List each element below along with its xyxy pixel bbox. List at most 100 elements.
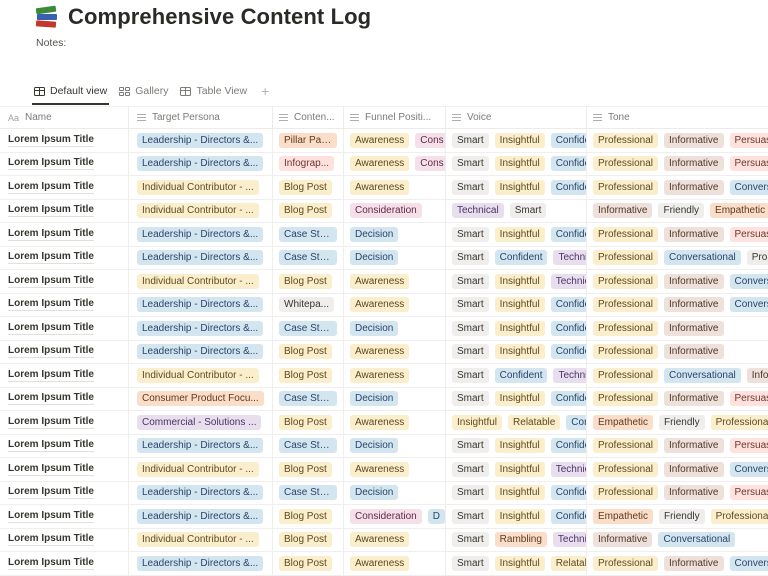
- cell-tone[interactable]: Professional Informative Convers: [587, 552, 768, 575]
- cell-persona[interactable]: Individual Contributor - ...: [129, 270, 273, 293]
- cell-content[interactable]: Blog Post: [273, 458, 344, 481]
- row-title[interactable]: Lorem Ipsum Title: [8, 134, 94, 147]
- cell-name[interactable]: Lorem Ipsum Title: [0, 176, 129, 199]
- cell-name[interactable]: Lorem Ipsum Title: [0, 364, 129, 387]
- cell-name[interactable]: Lorem Ipsum Title: [0, 223, 129, 246]
- cell-voice[interactable]: Smart Insightful Confide: [446, 152, 587, 175]
- row-title[interactable]: Lorem Ipsum Title: [8, 533, 94, 547]
- cell-funnel[interactable]: Decision: [344, 317, 446, 340]
- row-title[interactable]: Lorem Ipsum Title: [8, 275, 94, 288]
- column-header-content[interactable]: Conten...: [273, 107, 344, 128]
- row-title[interactable]: Lorem Ipsum Title: [8, 463, 94, 476]
- cell-content[interactable]: Case Stu...: [273, 387, 344, 410]
- table-row[interactable]: Lorem Ipsum Title Leadership - Directors …: [0, 152, 768, 176]
- cell-voice[interactable]: Smart Insightful Confide: [446, 505, 587, 528]
- cell-funnel[interactable]: Decision: [344, 434, 446, 457]
- add-view-button[interactable]: +: [261, 83, 269, 99]
- row-title[interactable]: Lorem Ipsum Title: [8, 392, 94, 406]
- cell-name[interactable]: Lorem Ipsum Title: [0, 458, 129, 481]
- cell-content[interactable]: Blog Post: [273, 340, 344, 363]
- table-row[interactable]: Lorem Ipsum Title Commercial - Solutions …: [0, 411, 768, 435]
- cell-name[interactable]: Lorem Ipsum Title: [0, 434, 129, 457]
- cell-name[interactable]: Lorem Ipsum Title: [0, 528, 129, 551]
- table-row[interactable]: Lorem Ipsum Title Individual Contributor …: [0, 270, 768, 294]
- cell-content[interactable]: Whitepa...: [273, 293, 344, 316]
- cell-voice[interactable]: Smart Insightful Relatab: [446, 552, 587, 575]
- column-header-tone[interactable]: Tone: [587, 107, 768, 128]
- cell-voice[interactable]: Smart Insightful Confide: [446, 434, 587, 457]
- cell-funnel[interactable]: Consideration: [344, 199, 446, 222]
- cell-tone[interactable]: Professional Informative Convers: [587, 176, 768, 199]
- cell-funnel[interactable]: Awareness: [344, 458, 446, 481]
- column-header-voice[interactable]: Voice: [446, 107, 587, 128]
- cell-voice[interactable]: Smart Insightful Confide: [446, 481, 587, 504]
- tab-default-view[interactable]: Default view: [31, 80, 110, 105]
- cell-funnel[interactable]: Decision: [344, 246, 446, 269]
- cell-name[interactable]: Lorem Ipsum Title: [0, 505, 129, 528]
- cell-content[interactable]: Case Stu...: [273, 223, 344, 246]
- cell-voice[interactable]: Technical Smart: [446, 199, 587, 222]
- cell-persona[interactable]: Individual Contributor - ...: [129, 364, 273, 387]
- cell-name[interactable]: Lorem Ipsum Title: [0, 270, 129, 293]
- table-row[interactable]: Lorem Ipsum Title Individual Contributor …: [0, 458, 768, 482]
- cell-tone[interactable]: Professional Informative Persuas: [587, 388, 768, 411]
- tab-gallery[interactable]: Gallery: [119, 80, 168, 102]
- cell-tone[interactable]: Professional Informative: [587, 341, 768, 364]
- cell-voice[interactable]: Smart Insightful Confide: [446, 340, 587, 363]
- cell-funnel[interactable]: Decision: [344, 481, 446, 504]
- cell-voice[interactable]: Smart Confident Techni: [446, 246, 587, 269]
- table-row[interactable]: Lorem Ipsum Title Leadership - Directors …: [0, 552, 768, 576]
- cell-tone[interactable]: Professional Informative Persuas: [587, 153, 768, 176]
- cell-name[interactable]: Lorem Ipsum Title: [0, 317, 129, 340]
- cell-content[interactable]: Blog Post: [273, 176, 344, 199]
- cell-persona[interactable]: Individual Contributor - ...: [129, 199, 273, 222]
- cell-content[interactable]: Case Stu...: [273, 434, 344, 457]
- cell-name[interactable]: Lorem Ipsum Title: [0, 340, 129, 363]
- row-title[interactable]: Lorem Ipsum Title: [8, 510, 94, 523]
- cell-tone[interactable]: Professional Informative Convers: [587, 458, 768, 481]
- cell-content[interactable]: Blog Post: [273, 552, 344, 575]
- cell-content[interactable]: Case Stu...: [273, 317, 344, 340]
- row-title[interactable]: Lorem Ipsum Title: [8, 157, 94, 171]
- cell-persona[interactable]: Leadership - Directors &...: [129, 340, 273, 363]
- cell-content[interactable]: Blog Post: [273, 528, 344, 551]
- row-title[interactable]: Lorem Ipsum Title: [8, 228, 94, 241]
- row-title[interactable]: Lorem Ipsum Title: [8, 416, 94, 429]
- cell-tone[interactable]: Empathetic Friendly Professiona: [587, 411, 768, 434]
- cell-funnel[interactable]: Awareness: [344, 528, 446, 551]
- cell-funnel[interactable]: Awareness: [344, 552, 446, 575]
- cell-voice[interactable]: Smart Insightful Technic: [446, 458, 587, 481]
- cell-persona[interactable]: Leadership - Directors &...: [129, 293, 273, 316]
- cell-tone[interactable]: Professional Informative Convers: [587, 270, 768, 293]
- table-row[interactable]: Lorem Ipsum Title Individual Contributor …: [0, 364, 768, 388]
- table-row[interactable]: Lorem Ipsum Title Leadership - Directors …: [0, 223, 768, 247]
- cell-name[interactable]: Lorem Ipsum Title: [0, 481, 129, 504]
- cell-funnel[interactable]: Awareness Cons: [344, 129, 446, 152]
- cell-persona[interactable]: Leadership - Directors &...: [129, 246, 273, 269]
- cell-name[interactable]: Lorem Ipsum Title: [0, 246, 129, 269]
- row-title[interactable]: Lorem Ipsum Title: [8, 181, 94, 194]
- table-row[interactable]: Lorem Ipsum Title Individual Contributor …: [0, 176, 768, 200]
- cell-tone[interactable]: Empathetic Friendly Professiona: [587, 505, 768, 528]
- cell-funnel[interactable]: Decision: [344, 223, 446, 246]
- cell-content[interactable]: Blog Post: [273, 199, 344, 222]
- cell-voice[interactable]: Smart Insightful Confide: [446, 176, 587, 199]
- cell-tone[interactable]: Professional Informative Persuas: [587, 223, 768, 246]
- cell-tone[interactable]: Professional Informative Persuas: [587, 435, 768, 458]
- cell-name[interactable]: Lorem Ipsum Title: [0, 411, 129, 434]
- cell-funnel[interactable]: Consideration D: [344, 505, 446, 528]
- cell-voice[interactable]: Smart Insightful Confide: [446, 223, 587, 246]
- cell-voice[interactable]: Smart Rambling Technic: [446, 528, 587, 551]
- table-row[interactable]: Lorem Ipsum Title Leadership - Directors …: [0, 293, 768, 317]
- table-row[interactable]: Lorem Ipsum Title Leadership - Directors …: [0, 340, 768, 364]
- row-title[interactable]: Lorem Ipsum Title: [8, 322, 94, 335]
- cell-tone[interactable]: Professional Informative Convers: [587, 294, 768, 317]
- cell-content[interactable]: Blog Post: [273, 270, 344, 293]
- row-title[interactable]: Lorem Ipsum Title: [8, 486, 94, 500]
- cell-tone[interactable]: Informative Friendly Empathetic: [587, 200, 768, 223]
- page-title[interactable]: Comprehensive Content Log: [68, 4, 371, 30]
- table-row[interactable]: Lorem Ipsum Title Individual Contributor …: [0, 199, 768, 223]
- cell-voice[interactable]: Smart Insightful Technic: [446, 270, 587, 293]
- cell-name[interactable]: Lorem Ipsum Title: [0, 293, 129, 316]
- cell-name[interactable]: Lorem Ipsum Title: [0, 129, 129, 152]
